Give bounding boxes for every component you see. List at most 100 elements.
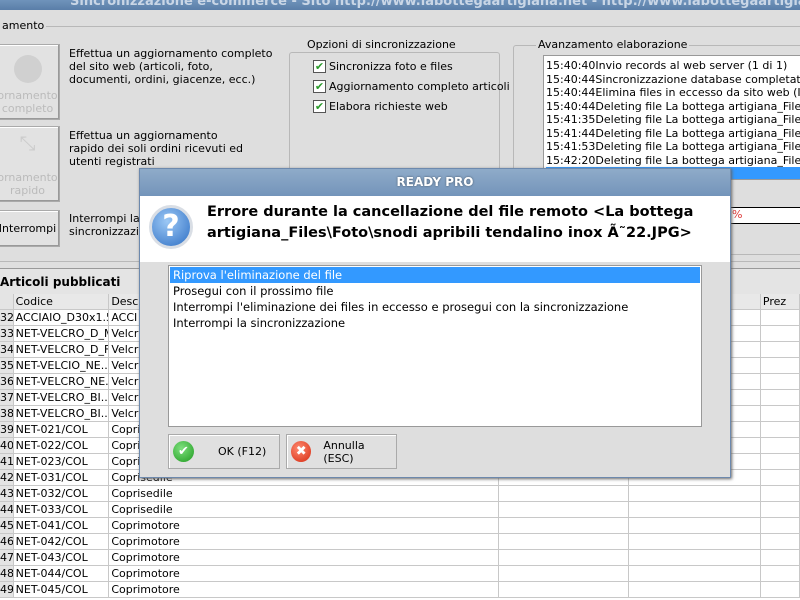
check-icon: ✔ [313,60,326,73]
dialog-option[interactable]: Riprova l'eliminazione del file [170,267,700,283]
table-cell: NET-022/COL [14,438,110,453]
table-cell: ACCIAIO_D30x1.5 [15,310,110,325]
cancel-label: Annulla (ESC) [323,438,365,465]
close-icon: ✖ [291,441,312,462]
table-row[interactable]: 47 NET-043/COL Coprimotore [0,550,800,566]
table-cell [499,502,630,517]
table-cell: 44 [0,502,14,517]
table-cell: NET-VELCRO_NE... [15,374,110,389]
sync-photos-checkbox[interactable]: ✔ Sincronizza foto e files [313,60,453,73]
table-row[interactable]: 45 NET-041/COL Coprimotore [0,518,800,534]
table-cell: NET-032/COL [14,486,110,501]
table-row[interactable]: 48 NET-044/COL Coprimotore [0,566,800,582]
log-line[interactable]: 15:42:20Deleting file La bottega artigia… [546,154,800,168]
table-cell: Coprimotore [109,534,500,549]
table-cell [761,390,800,405]
table-cell: 34 [0,342,14,357]
table-cell: 39 [0,422,14,437]
log-line[interactable]: 15:41:44Deleting file La bottega artigia… [546,127,800,141]
table-cell [761,326,800,341]
dialog-option[interactable]: Interrompi l'eliminazione dei files in e… [170,299,700,315]
dialog-title: READY PRO [140,169,730,196]
table-cell [761,358,800,373]
table-cell: Coprimotore [109,550,500,565]
table-cell: NET-023/COL [14,454,110,469]
table-cell: Coprimotore [109,518,500,533]
table-cell [761,422,800,437]
ok-label: OK (F12) [218,445,267,458]
table-cell [629,486,761,501]
log-line[interactable]: 15:40:44Elimina files in eccesso da sito… [546,86,800,100]
table-cell: 48 [0,566,14,581]
table-cell: NET-033/COL [14,502,110,517]
quick-update-button[interactable]: ⤡ ornamento rapido [0,126,60,202]
table-cell: 49 [0,582,14,597]
log-line[interactable]: 15:40:44Deleting file La bottega artigia… [546,100,800,114]
table-cell [499,518,630,533]
full-articles-checkbox[interactable]: ✔ Aggiornamento completo articoli [313,80,510,93]
table-cell: 47 [0,550,14,565]
dialog-message: Errore durante la cancellazione del file… [207,204,694,241]
table-row[interactable]: 49 NET-045/COL Coprimotore [0,582,800,598]
table-cell: Coprimotore [109,582,500,597]
table-cell: 45 [0,518,14,533]
table-cell: Coprisedile [109,486,500,501]
table-cell: 33 [0,326,14,341]
quick-update-description: Effettua un aggiornamento rapido dei soli… [69,129,243,168]
table-cell: 37 [0,390,14,405]
check-icon: ✔ [313,100,326,113]
full-update-label: ornamento completo [0,89,58,115]
cancel-button[interactable]: ✖ Annulla (ESC) [286,434,397,469]
table-cell [629,550,761,565]
error-dialog: READY PRO ? Errore durante la cancellazi… [139,168,731,478]
table-cell: NET-VELCRO_BI... [15,406,110,421]
dialog-option[interactable]: Interrompi la sincronizzazione [170,315,700,331]
table-cell: NET-VELCRO_D_M [15,326,110,341]
table-cell: 32 [0,310,14,325]
log-line[interactable]: 15:40:40Invio records al web server (1 d… [546,59,800,73]
check-icon: ✔ [173,441,194,462]
progress-label: Avanzamento elaborazione [536,38,690,51]
table-cell [761,566,800,581]
table-cell [761,454,800,469]
web-requests-checkbox[interactable]: ✔ Elabora richieste web [313,100,448,113]
full-update-button[interactable]: ornamento completo [0,44,60,120]
table-cell [761,534,800,549]
log-line[interactable]: 15:41:35Deleting file La bottega artigia… [546,113,800,127]
dialog-options-list[interactable]: Riprova l'eliminazione del file Prosegui … [168,265,702,427]
log-line[interactable]: 15:41:53Deleting file La bottega artigia… [546,140,800,154]
column-header[interactable]: Prez [761,294,800,309]
table-cell: 42 [0,470,14,485]
table-row[interactable]: 46 NET-042/COL Coprimotore [0,534,800,550]
table-cell: 40 [0,438,14,453]
column-header[interactable]: Codice [14,294,110,309]
table-cell [761,550,800,565]
table-cell: 41 [0,454,14,469]
table-cell [499,534,630,549]
table-cell [499,582,630,597]
table-cell [761,438,800,453]
log-line[interactable]: 15:40:44Sincronizzazione database comple… [546,73,800,87]
table-cell: NET-VELCIO_NE... [15,358,110,373]
progress-log[interactable]: 15:40:40Invio records al web server (1 d… [543,55,800,180]
table-cell [761,502,800,517]
table-cell: NET-042/COL [14,534,110,549]
table-cell [761,310,800,325]
table-cell: NET-043/COL [14,550,110,565]
table-cell: NET-VELCRO_D_F [15,342,110,357]
interrupt-button[interactable]: Interrompi [0,210,60,247]
table-cell [499,550,630,565]
table-row[interactable]: 44 NET-033/COL Coprisedile [0,502,800,518]
full-update-description: Effettua un aggiornamento completo del si… [69,47,273,86]
table-cell: NET-031/COL [14,470,110,485]
ok-button[interactable]: ✔ OK (F12) [168,434,280,469]
window-title-bar: Sincronizzazione e-commerce - Sito http:… [0,0,800,10]
column-header[interactable] [0,294,14,309]
table-row[interactable]: 43 NET-032/COL Coprisedile [0,486,800,502]
table-cell [629,502,761,517]
table-cell: NET-021/COL [14,422,110,437]
dialog-option[interactable]: Prosegui con il prossimo file [170,283,700,299]
table-cell: 38 [0,406,14,421]
table-cell [629,582,761,597]
table-cell [761,486,800,501]
